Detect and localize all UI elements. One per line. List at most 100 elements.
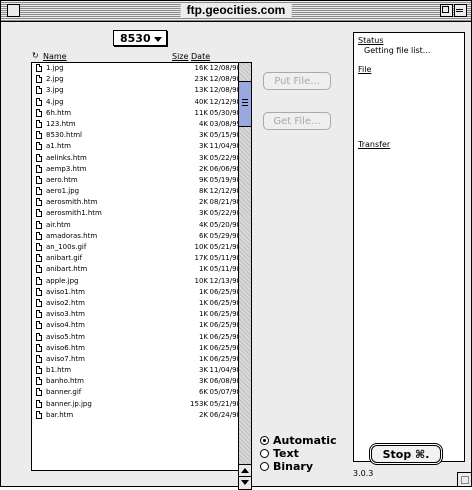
file-date: 03/08/99 bbox=[209, 119, 241, 128]
file-row[interactable]: aviso3.htm 1K 06/25/98 bbox=[32, 309, 243, 320]
file-date: 05/15/98 bbox=[209, 131, 241, 140]
file-name: banho.htm bbox=[46, 377, 84, 386]
radio-automatic-label: Automatic bbox=[273, 434, 337, 447]
file-row[interactable]: 3.jpg 13K 12/08/98 bbox=[32, 85, 243, 96]
get-file-button[interactable]: Get File... bbox=[263, 112, 331, 130]
file-name: apple.jpg bbox=[46, 276, 79, 285]
file-row[interactable]: aelinks.htm 3K 05/22/98 bbox=[32, 153, 243, 164]
file-row[interactable]: air.htm 4K 05/20/98 bbox=[32, 220, 243, 231]
file-date: 12/12/98 bbox=[209, 97, 241, 106]
file-date: 05/29/98 bbox=[209, 231, 241, 240]
version-label: 3.0.3 bbox=[353, 469, 374, 478]
file-row[interactable]: apple.jpg 10K 12/13/98 bbox=[32, 276, 243, 287]
file-size: 13K bbox=[194, 86, 209, 95]
file-row[interactable]: aero1.jpg 8K 12/12/98 bbox=[32, 186, 243, 197]
status-label: Status bbox=[358, 36, 384, 45]
file-date: 06/08/98 bbox=[209, 377, 241, 386]
file-date: 06/25/98 bbox=[209, 343, 241, 352]
file-row[interactable]: aviso2.htm 1K 06/25/98 bbox=[32, 298, 243, 309]
file-row[interactable]: 8530.html 3K 05/15/98 bbox=[32, 130, 243, 141]
file-date: 12/08/98 bbox=[209, 75, 241, 84]
document-icon bbox=[36, 276, 42, 285]
file-row[interactable]: 4.jpg 40K 12/12/98 bbox=[32, 97, 243, 108]
document-icon bbox=[36, 119, 42, 128]
file-size: 10K bbox=[194, 276, 209, 285]
file-row[interactable]: banho.htm 3K 06/08/98 bbox=[32, 376, 243, 387]
radio-text[interactable]: Text bbox=[260, 447, 337, 460]
file-date: 06/25/98 bbox=[209, 321, 241, 330]
document-icon bbox=[36, 410, 42, 419]
ftp-window: ftp.geocities.com 8530 ↻ Name Size Date … bbox=[0, 0, 472, 490]
file-size: 3K bbox=[198, 209, 208, 218]
file-date: 05/22/98 bbox=[209, 209, 241, 218]
file-name: air.htm bbox=[46, 220, 71, 229]
file-row[interactable]: aero.htm 9K 05/19/98 bbox=[32, 175, 243, 186]
resize-grow-icon[interactable] bbox=[457, 472, 471, 486]
zoom-box[interactable] bbox=[440, 4, 453, 17]
file-name: aero.htm bbox=[46, 175, 78, 184]
file-size: 1K bbox=[198, 298, 208, 307]
file-row[interactable]: a1.htm 3K 11/04/98 bbox=[32, 141, 243, 152]
file-name: aemp3.htm bbox=[46, 164, 87, 173]
file-row[interactable]: aviso5.htm 1K 06/25/98 bbox=[32, 332, 243, 343]
document-icon bbox=[36, 399, 42, 408]
title-bar[interactable]: ftp.geocities.com bbox=[1, 1, 471, 22]
column-header-name[interactable]: Name bbox=[43, 52, 67, 61]
file-size: 9K bbox=[198, 175, 208, 184]
file-name: aelinks.htm bbox=[46, 153, 87, 162]
stop-button[interactable]: Stop ⌘. bbox=[371, 445, 441, 463]
file-row[interactable]: aemp3.htm 2K 06/06/98 bbox=[32, 164, 243, 175]
file-list-scrollbar[interactable] bbox=[238, 62, 252, 490]
file-row[interactable]: amadoras.htm 6K 05/29/98 bbox=[32, 231, 243, 242]
scrollbar-thumb[interactable] bbox=[239, 81, 251, 127]
file-size: 1K bbox=[198, 321, 208, 330]
file-row[interactable]: 123.htm 4K 03/08/99 bbox=[32, 119, 243, 130]
file-row[interactable]: aviso6.htm 1K 06/25/98 bbox=[32, 343, 243, 354]
document-icon bbox=[36, 254, 42, 263]
file-row[interactable]: aviso4.htm 1K 06/25/98 bbox=[32, 320, 243, 331]
file-row[interactable]: aviso1.htm 1K 06/25/98 bbox=[32, 287, 243, 298]
file-size: 1K bbox=[198, 287, 208, 296]
file-size: 153K bbox=[190, 399, 208, 408]
file-date: 12/08/98 bbox=[209, 64, 241, 72]
file-name: 4.jpg bbox=[46, 97, 64, 106]
collapse-box[interactable] bbox=[454, 4, 467, 17]
scroll-down-arrow-icon[interactable] bbox=[239, 476, 251, 489]
document-icon bbox=[36, 265, 42, 274]
document-icon bbox=[36, 377, 42, 386]
file-row[interactable]: banner.jp.jpg 153K 05/21/98 bbox=[32, 399, 243, 410]
window-title: ftp.geocities.com bbox=[180, 3, 292, 18]
file-name: banner.gif bbox=[46, 388, 82, 397]
file-row[interactable]: 1.jpg 16K 12/08/98 bbox=[32, 63, 243, 74]
close-box[interactable] bbox=[7, 4, 20, 17]
file-row[interactable]: banner.gif 6K 05/07/98 bbox=[32, 387, 243, 398]
file-date: 11/04/98 bbox=[209, 366, 241, 375]
radio-binary[interactable]: Binary bbox=[260, 460, 337, 473]
put-file-button[interactable]: Put File... bbox=[263, 72, 331, 90]
file-row[interactable]: aerosmith.htm 2K 08/21/98 bbox=[32, 197, 243, 208]
file-row[interactable]: 2.jpg 23K 12/08/98 bbox=[32, 74, 243, 85]
file-name: 2.jpg bbox=[46, 75, 64, 84]
file-size: 4K bbox=[198, 220, 208, 229]
file-row[interactable]: b1.htm 3K 11/04/98 bbox=[32, 365, 243, 376]
file-name: an_100s.gif bbox=[46, 243, 87, 251]
directory-popup[interactable]: 8530 bbox=[113, 30, 167, 46]
file-row[interactable]: an_100s.gif 10K 05/21/98 bbox=[32, 242, 243, 253]
document-icon bbox=[36, 108, 42, 117]
file-size: 6K bbox=[198, 388, 208, 397]
radio-automatic[interactable]: Automatic bbox=[260, 434, 337, 447]
column-header-date[interactable]: Date bbox=[191, 52, 210, 61]
file-row[interactable]: aerosmith1.htm 3K 05/22/98 bbox=[32, 208, 243, 219]
file-row[interactable]: anibart.gif 17K 05/11/98 bbox=[32, 253, 243, 264]
file-row[interactable]: bar.htm 2K 06/24/98 bbox=[32, 410, 243, 421]
sort-order-icon[interactable]: ↻ bbox=[32, 52, 41, 60]
file-row[interactable]: 6h.htm 11K 05/30/98 bbox=[32, 108, 243, 119]
column-header-size[interactable]: Size bbox=[172, 52, 188, 61]
file-date: 11/04/98 bbox=[209, 142, 241, 151]
file-size: 40K bbox=[194, 97, 209, 106]
file-size: 3K bbox=[198, 377, 208, 386]
document-icon bbox=[36, 198, 42, 207]
file-row[interactable]: aviso7.htm 1K 06/25/98 bbox=[32, 354, 243, 365]
file-row[interactable]: anibart.htm 1K 05/11/98 bbox=[32, 264, 243, 275]
file-list[interactable]: 1.jpg 16K 12/08/98 2.jpg 23K 12/08/98 3.jpg 13K… bbox=[31, 62, 244, 471]
